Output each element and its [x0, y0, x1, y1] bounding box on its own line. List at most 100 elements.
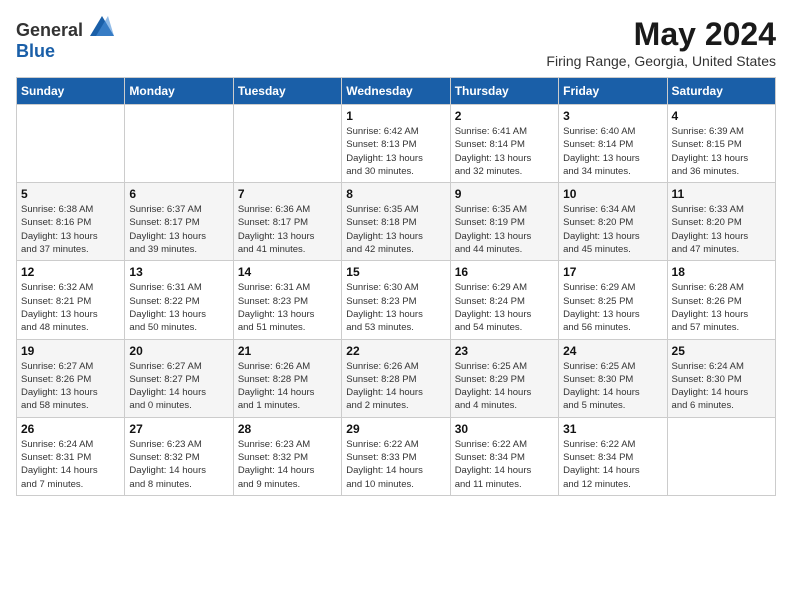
calendar-week-row: 1Sunrise: 6:42 AM Sunset: 8:13 PM Daylig… [17, 105, 776, 183]
calendar-cell: 28 Sunrise: 6:23 AM Sunset: 8:32 PM Dayli… [233, 417, 341, 495]
calendar-week-row: 26 Sunrise: 6:24 AM Sunset: 8:31 PM Dayli… [17, 417, 776, 495]
calendar-cell: 12 Sunrise: 6:32 AM Sunset: 8:21 PM Dayli… [17, 261, 125, 339]
header-wednesday: Wednesday [342, 78, 450, 105]
header-row: SundayMondayTuesdayWednesdayThursdayFrid… [17, 78, 776, 105]
calendar-cell [233, 105, 341, 183]
day-info: Sunrise: 6:35 AM Sunset: 8:18 PM Dayligh… [346, 203, 445, 256]
day-number: 30 [455, 422, 554, 436]
day-info: Sunrise: 6:35 AM Sunset: 8:19 PM Dayligh… [455, 203, 554, 256]
header-thursday: Thursday [450, 78, 558, 105]
calendar-body: 1Sunrise: 6:42 AM Sunset: 8:13 PM Daylig… [17, 105, 776, 496]
calendar-cell: 23Sunrise: 6:25 AM Sunset: 8:29 PM Dayli… [450, 339, 558, 417]
day-info: Sunrise: 6:32 AM Sunset: 8:21 PM Dayligh… [21, 281, 120, 334]
day-number: 3 [563, 109, 662, 123]
page-header: General Blue May 2024 Firing Range, Geor… [16, 16, 776, 69]
day-number: 24 [563, 344, 662, 358]
title-area: May 2024 Firing Range, Georgia, United S… [546, 16, 776, 69]
day-info: Sunrise: 6:39 AM Sunset: 8:15 PM Dayligh… [672, 125, 771, 178]
day-number: 18 [672, 265, 771, 279]
calendar-cell: 7Sunrise: 6:36 AM Sunset: 8:17 PM Daylig… [233, 183, 341, 261]
calendar-table: SundayMondayTuesdayWednesdayThursdayFrid… [16, 77, 776, 496]
day-info: Sunrise: 6:28 AM Sunset: 8:26 PM Dayligh… [672, 281, 771, 334]
day-number: 31 [563, 422, 662, 436]
logo: General Blue [16, 16, 114, 62]
day-info: Sunrise: 6:26 AM Sunset: 8:28 PM Dayligh… [346, 360, 445, 413]
day-number: 26 [21, 422, 120, 436]
month-title: May 2024 [546, 16, 776, 53]
calendar-cell: 9Sunrise: 6:35 AM Sunset: 8:19 PM Daylig… [450, 183, 558, 261]
day-info: Sunrise: 6:22 AM Sunset: 8:34 PM Dayligh… [455, 438, 554, 491]
day-number: 2 [455, 109, 554, 123]
day-number: 13 [129, 265, 228, 279]
day-number: 28 [238, 422, 337, 436]
calendar-cell: 3Sunrise: 6:40 AM Sunset: 8:14 PM Daylig… [559, 105, 667, 183]
calendar-cell: 10Sunrise: 6:34 AM Sunset: 8:20 PM Dayli… [559, 183, 667, 261]
calendar-cell: 6 Sunrise: 6:37 AM Sunset: 8:17 PM Daylig… [125, 183, 233, 261]
location-title: Firing Range, Georgia, United States [546, 53, 776, 69]
day-number: 15 [346, 265, 445, 279]
day-info: Sunrise: 6:38 AM Sunset: 8:16 PM Dayligh… [21, 203, 120, 256]
day-info: Sunrise: 6:23 AM Sunset: 8:32 PM Dayligh… [238, 438, 337, 491]
day-number: 6 [129, 187, 228, 201]
calendar-cell: 16 Sunrise: 6:29 AM Sunset: 8:24 PM Dayli… [450, 261, 558, 339]
day-number: 5 [21, 187, 120, 201]
logo-general: General [16, 20, 83, 40]
calendar-cell: 18 Sunrise: 6:28 AM Sunset: 8:26 PM Dayli… [667, 261, 775, 339]
day-info: Sunrise: 6:22 AM Sunset: 8:33 PM Dayligh… [346, 438, 445, 491]
day-number: 27 [129, 422, 228, 436]
day-number: 4 [672, 109, 771, 123]
calendar-cell: 29 Sunrise: 6:22 AM Sunset: 8:33 PM Dayli… [342, 417, 450, 495]
day-number: 8 [346, 187, 445, 201]
day-number: 16 [455, 265, 554, 279]
calendar-cell: 27 Sunrise: 6:23 AM Sunset: 8:32 PM Dayli… [125, 417, 233, 495]
day-info: Sunrise: 6:37 AM Sunset: 8:17 PM Dayligh… [129, 203, 228, 256]
day-number: 22 [346, 344, 445, 358]
calendar-cell: 1Sunrise: 6:42 AM Sunset: 8:13 PM Daylig… [342, 105, 450, 183]
day-info: Sunrise: 6:41 AM Sunset: 8:14 PM Dayligh… [455, 125, 554, 178]
day-number: 17 [563, 265, 662, 279]
calendar-cell: 30 Sunrise: 6:22 AM Sunset: 8:34 PM Dayli… [450, 417, 558, 495]
logo-text: General Blue [16, 16, 114, 62]
day-info: Sunrise: 6:23 AM Sunset: 8:32 PM Dayligh… [129, 438, 228, 491]
calendar-cell: 26 Sunrise: 6:24 AM Sunset: 8:31 PM Dayli… [17, 417, 125, 495]
calendar-cell: 14 Sunrise: 6:31 AM Sunset: 8:23 PM Dayli… [233, 261, 341, 339]
day-info: Sunrise: 6:42 AM Sunset: 8:13 PM Dayligh… [346, 125, 445, 178]
calendar-cell [667, 417, 775, 495]
day-info: Sunrise: 6:26 AM Sunset: 8:28 PM Dayligh… [238, 360, 337, 413]
header-tuesday: Tuesday [233, 78, 341, 105]
day-number: 10 [563, 187, 662, 201]
calendar-cell: 2 Sunrise: 6:41 AM Sunset: 8:14 PM Daylig… [450, 105, 558, 183]
calendar-cell [17, 105, 125, 183]
calendar-week-row: 19Sunrise: 6:27 AM Sunset: 8:26 PM Dayli… [17, 339, 776, 417]
calendar-week-row: 12 Sunrise: 6:32 AM Sunset: 8:21 PM Dayli… [17, 261, 776, 339]
calendar-cell: 22 Sunrise: 6:26 AM Sunset: 8:28 PM Dayli… [342, 339, 450, 417]
day-info: Sunrise: 6:29 AM Sunset: 8:25 PM Dayligh… [563, 281, 662, 334]
day-info: Sunrise: 6:24 AM Sunset: 8:30 PM Dayligh… [672, 360, 771, 413]
calendar-cell: 19Sunrise: 6:27 AM Sunset: 8:26 PM Dayli… [17, 339, 125, 417]
day-info: Sunrise: 6:31 AM Sunset: 8:23 PM Dayligh… [238, 281, 337, 334]
calendar-cell: 15Sunrise: 6:30 AM Sunset: 8:23 PM Dayli… [342, 261, 450, 339]
day-number: 14 [238, 265, 337, 279]
calendar-cell: 20Sunrise: 6:27 AM Sunset: 8:27 PM Dayli… [125, 339, 233, 417]
day-number: 29 [346, 422, 445, 436]
day-number: 20 [129, 344, 228, 358]
day-number: 19 [21, 344, 120, 358]
day-number: 12 [21, 265, 120, 279]
day-info: Sunrise: 6:22 AM Sunset: 8:34 PM Dayligh… [563, 438, 662, 491]
day-info: Sunrise: 6:29 AM Sunset: 8:24 PM Dayligh… [455, 281, 554, 334]
day-info: Sunrise: 6:31 AM Sunset: 8:22 PM Dayligh… [129, 281, 228, 334]
calendar-cell: 31 Sunrise: 6:22 AM Sunset: 8:34 PM Dayli… [559, 417, 667, 495]
day-info: Sunrise: 6:36 AM Sunset: 8:17 PM Dayligh… [238, 203, 337, 256]
day-info: Sunrise: 6:24 AM Sunset: 8:31 PM Dayligh… [21, 438, 120, 491]
calendar-cell: 5 Sunrise: 6:38 AM Sunset: 8:16 PM Daylig… [17, 183, 125, 261]
day-info: Sunrise: 6:25 AM Sunset: 8:30 PM Dayligh… [563, 360, 662, 413]
calendar-cell: 4 Sunrise: 6:39 AM Sunset: 8:15 PM Daylig… [667, 105, 775, 183]
day-number: 25 [672, 344, 771, 358]
calendar-cell: 13 Sunrise: 6:31 AM Sunset: 8:22 PM Dayli… [125, 261, 233, 339]
day-info: Sunrise: 6:33 AM Sunset: 8:20 PM Dayligh… [672, 203, 771, 256]
calendar-header: SundayMondayTuesdayWednesdayThursdayFrid… [17, 78, 776, 105]
header-monday: Monday [125, 78, 233, 105]
calendar-cell: 8 Sunrise: 6:35 AM Sunset: 8:18 PM Daylig… [342, 183, 450, 261]
day-info: Sunrise: 6:25 AM Sunset: 8:29 PM Dayligh… [455, 360, 554, 413]
header-saturday: Saturday [667, 78, 775, 105]
